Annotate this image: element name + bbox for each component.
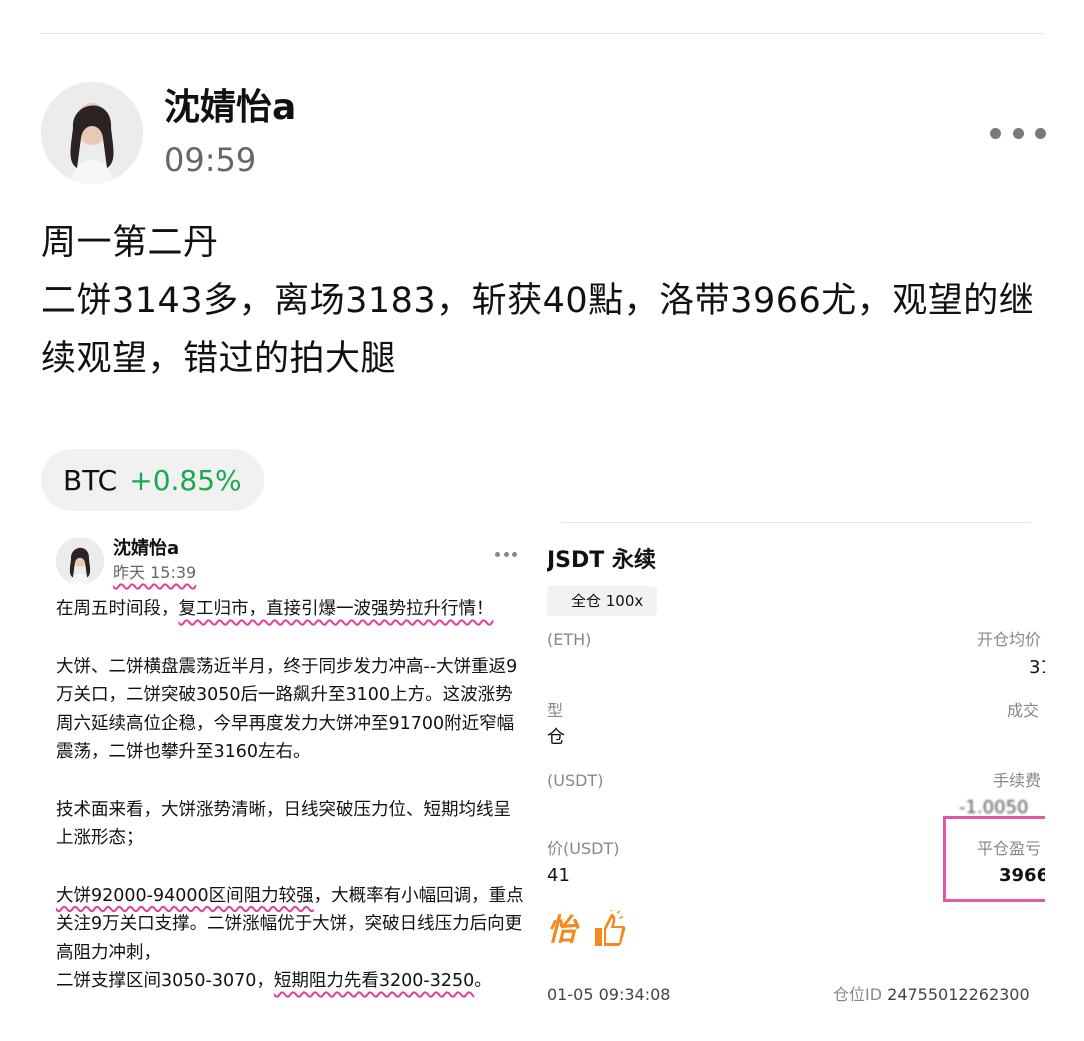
embedded-paragraph-1: 在周五时间段，复工归市，直接引爆一波强势拉升行情！ <box>56 595 526 624</box>
post-text-line-2: 二饼3143多，离场3183，斩获40點，洛带3966尤，观望的继续观望，错过的… <box>41 281 1035 379</box>
embedded-p1-highlight: 复工归市，直接引爆一波强势拉升行情！ <box>178 599 494 619</box>
brand-logo: 怡 <box>547 913 577 948</box>
embedded-post-body: 在周五时间段，复工归市，直接引爆一波强势拉升行情！ 大饼、二饼横盘震荡近半月，终… <box>56 595 526 1025</box>
thumbs-up-icon <box>595 910 626 946</box>
value-type: 仓 <box>547 727 565 748</box>
value-pnl: 3966 <box>999 865 1045 886</box>
embedded-paragraph-4: 大饼92000-94000区间阻力较强，大概率有小幅回调，重点关注9万关口支撑。… <box>56 882 526 996</box>
embedded-post-time: 昨天 15:39 <box>113 563 197 582</box>
order-id-label: 仓位ID <box>833 985 883 1004</box>
embedded-p1-text: 在周五时间段， <box>56 599 179 619</box>
embedded-more-icon <box>495 552 517 560</box>
ticker-chip[interactable]: BTC +0.85% <box>41 449 264 511</box>
embedded-paragraph-3: 技术面来看，大饼涨势清晰，日线突破压力位、短期均线呈上涨形态； <box>56 799 511 849</box>
value-open-avg: 31 <box>1029 657 1045 678</box>
embedded-paragraph-2: 大饼、二饼横盘震荡近半月，终于同步发力冲高--大饼重返9万关口，二饼突破3050… <box>56 656 518 763</box>
post-text-line-1: 周一第二丹 <box>41 223 219 263</box>
top-divider <box>40 33 1044 34</box>
order-id: 仓位ID 24755012262300 <box>833 984 1030 1006</box>
value-close-price: 41 <box>547 865 570 886</box>
embedded-post-image[interactable]: 沈婧怡a 昨天 15:39 在周五时间段，复工归市，直接引爆一波强势拉升行情！ … <box>40 525 545 1025</box>
embedded-p4-highlight-1: 大饼92000-94000区间阻力较强 <box>56 885 314 906</box>
more-options-icon[interactable] <box>990 120 1046 146</box>
leverage-badge: 全仓 100x <box>547 586 657 616</box>
label-deal: 成交 <box>1007 701 1040 720</box>
ticker-symbol: BTC <box>63 463 118 497</box>
order-time: 01-05 09:34:08 <box>547 985 671 1004</box>
author-name[interactable]: 沈婧怡a <box>164 84 296 132</box>
label-eth: (ETH) <box>547 630 592 649</box>
label-close-price: 价(USDT) <box>547 839 620 858</box>
trade-pair-title: JSDT 永续 <box>547 548 656 573</box>
author-avatar[interactable] <box>41 82 143 184</box>
label-pnl: 平仓盈亏 <box>977 839 1042 858</box>
label-open-avg: 开仓均价 <box>977 630 1042 649</box>
embedded-p4-highlight-2: 短期阻力先看3200-3250 <box>273 971 475 991</box>
embedded-p4-support: 二饼支撑区间3050-3070， <box>56 971 274 991</box>
embedded-avatar <box>56 537 104 585</box>
embedded-p4-end: 。 <box>474 971 492 991</box>
label-usdt: (USDT) <box>547 771 604 790</box>
order-id-value: 24755012262300 <box>887 985 1030 1004</box>
trade-divider <box>561 522 1031 523</box>
post-text: 周一第二丹 二饼3143多，离场3183，斩获40點，洛带3966尤，观望的继续… <box>41 214 1041 388</box>
post-time: 09:59 <box>164 141 257 179</box>
embedded-trade-image[interactable]: JSDT 永续 全仓 100x (ETH) 开仓均价 31 型 仓 成交 (US… <box>547 520 1045 1025</box>
ticker-change: +0.85% <box>129 463 242 497</box>
label-type: 型 <box>547 701 564 720</box>
label-fee: 手续费 <box>993 771 1042 790</box>
embedded-author-name: 沈婧怡a <box>113 538 180 559</box>
